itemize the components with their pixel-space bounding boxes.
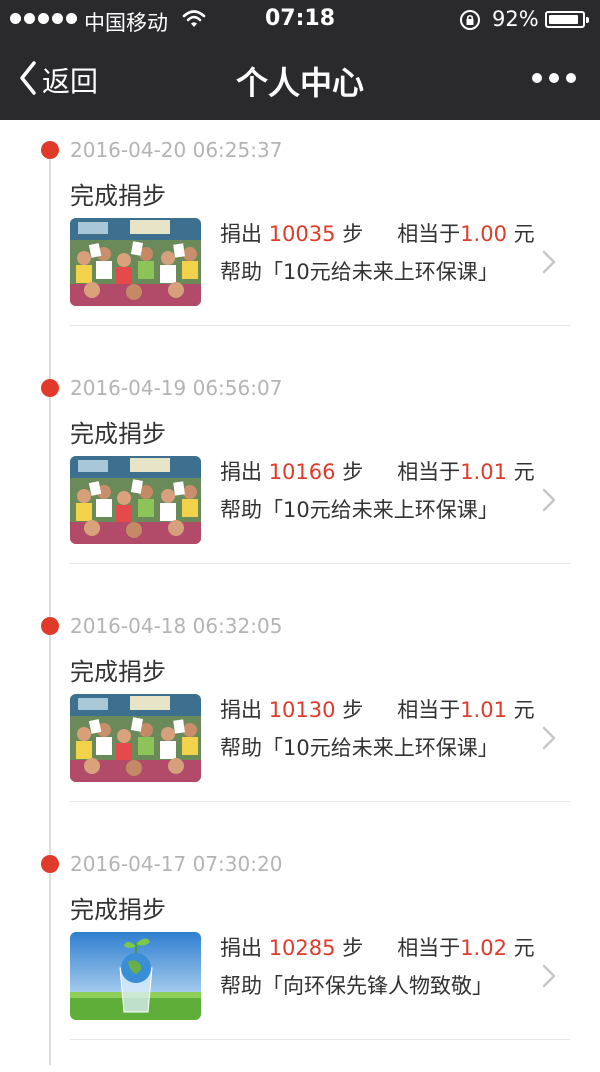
steps-unit: 步 bbox=[342, 936, 364, 960]
timeline-dot bbox=[41, 617, 59, 635]
amount: 1.01 bbox=[460, 698, 507, 722]
steps-count: 10035 bbox=[268, 222, 336, 246]
donate-prefix: 捐出 bbox=[220, 698, 262, 722]
battery-icon bbox=[545, 11, 589, 28]
divider bbox=[70, 1039, 570, 1040]
entry-action: 完成捐步 bbox=[70, 658, 166, 686]
back-button[interactable]: 返回 bbox=[18, 60, 98, 100]
donation-card[interactable]: 捐出 10130 步 相当于1.01 元 帮助「10元给未来上环保课」 bbox=[70, 694, 570, 784]
nav-bar: 返回 个人中心 bbox=[0, 40, 600, 120]
back-label: 返回 bbox=[42, 65, 99, 98]
chevron-right-icon bbox=[542, 488, 556, 516]
donation-card[interactable]: 捐出 10166 步 相当于1.01 元 帮助「10元给未来上环保课」 bbox=[70, 456, 570, 546]
chevron-left-icon bbox=[18, 60, 38, 100]
chevron-right-icon bbox=[542, 250, 556, 278]
entry-timestamp: 2016-04-20 06:25:37 bbox=[70, 138, 283, 162]
timeline-entry: 2016-04-17 07:30:20 完成捐步 捐出 10285 步 相当于1… bbox=[0, 834, 600, 1072]
equiv-prefix: 相当于 bbox=[397, 698, 461, 722]
entry-action: 完成捐步 bbox=[70, 896, 166, 924]
donation-summary: 捐出 10130 步 相当于1.01 元 bbox=[220, 694, 535, 724]
amount-unit: 元 bbox=[513, 460, 535, 484]
classroom-children-photo bbox=[70, 456, 201, 544]
help-project: 帮助「10元给未来上环保课」 bbox=[220, 498, 499, 522]
entry-action: 完成捐步 bbox=[70, 182, 166, 210]
timeline-dot bbox=[41, 141, 59, 159]
divider bbox=[70, 325, 570, 326]
divider bbox=[70, 563, 570, 564]
amount: 1.01 bbox=[460, 460, 507, 484]
steps-count: 10285 bbox=[268, 936, 336, 960]
chevron-right-icon bbox=[542, 726, 556, 754]
status-bar: 中国移动 07:18 92% bbox=[0, 0, 600, 40]
steps-unit: 步 bbox=[342, 222, 364, 246]
amount-unit: 元 bbox=[513, 222, 535, 246]
timeline-entry: 2016-04-18 06:32:05 完成捐步 捐出 10130 步 相当于1… bbox=[0, 596, 600, 834]
donation-summary: 捐出 10166 步 相当于1.01 元 bbox=[220, 456, 535, 486]
divider bbox=[70, 801, 570, 802]
steps-count: 10130 bbox=[268, 698, 336, 722]
help-project: 帮助「向环保先锋人物致敬」 bbox=[220, 974, 493, 998]
timeline-list: 2016-04-20 06:25:37 完成捐步 捐出 10035 步 相当于1… bbox=[0, 120, 600, 1072]
classroom-children-photo bbox=[70, 218, 201, 306]
chevron-right-icon bbox=[542, 964, 556, 992]
donation-card[interactable]: 捐出 10285 步 相当于1.02 元 帮助「向环保先锋人物致敬」 bbox=[70, 932, 570, 1022]
donation-card[interactable]: 捐出 10035 步 相当于1.00 元 帮助「10元给未来上环保课」 bbox=[70, 218, 570, 308]
steps-unit: 步 bbox=[342, 460, 364, 484]
amount-unit: 元 bbox=[513, 698, 535, 722]
more-dots-icon[interactable] bbox=[532, 73, 576, 83]
timeline-entry: 2016-04-20 06:25:37 完成捐步 捐出 10035 步 相当于1… bbox=[0, 120, 600, 358]
classroom-children-photo bbox=[70, 694, 201, 782]
donate-prefix: 捐出 bbox=[220, 460, 262, 484]
help-project: 帮助「10元给未来上环保课」 bbox=[220, 736, 499, 760]
timeline-dot bbox=[41, 379, 59, 397]
equiv-prefix: 相当于 bbox=[397, 936, 461, 960]
amount: 1.02 bbox=[460, 936, 507, 960]
battery-percent: 92% bbox=[492, 7, 539, 31]
donate-prefix: 捐出 bbox=[220, 936, 262, 960]
equiv-prefix: 相当于 bbox=[397, 460, 461, 484]
timeline-dot bbox=[41, 855, 59, 873]
steps-count: 10166 bbox=[268, 460, 336, 484]
steps-unit: 步 bbox=[342, 698, 364, 722]
equiv-prefix: 相当于 bbox=[397, 222, 461, 246]
timeline-entry: 2016-04-19 06:56:07 完成捐步 捐出 10166 步 相当于1… bbox=[0, 358, 600, 596]
amount-unit: 元 bbox=[513, 936, 535, 960]
help-project: 帮助「10元给未来上环保课」 bbox=[220, 260, 499, 284]
glass-globe-sprout-photo bbox=[70, 932, 201, 1020]
entry-action: 完成捐步 bbox=[70, 420, 166, 448]
donate-prefix: 捐出 bbox=[220, 222, 262, 246]
amount: 1.00 bbox=[460, 222, 507, 246]
donation-summary: 捐出 10285 步 相当于1.02 元 bbox=[220, 932, 535, 962]
donation-summary: 捐出 10035 步 相当于1.00 元 bbox=[220, 218, 535, 248]
entry-timestamp: 2016-04-19 06:56:07 bbox=[70, 376, 283, 400]
rotation-lock-icon bbox=[458, 8, 482, 37]
entry-timestamp: 2016-04-18 06:32:05 bbox=[70, 614, 283, 638]
entry-timestamp: 2016-04-17 07:30:20 bbox=[70, 852, 283, 876]
